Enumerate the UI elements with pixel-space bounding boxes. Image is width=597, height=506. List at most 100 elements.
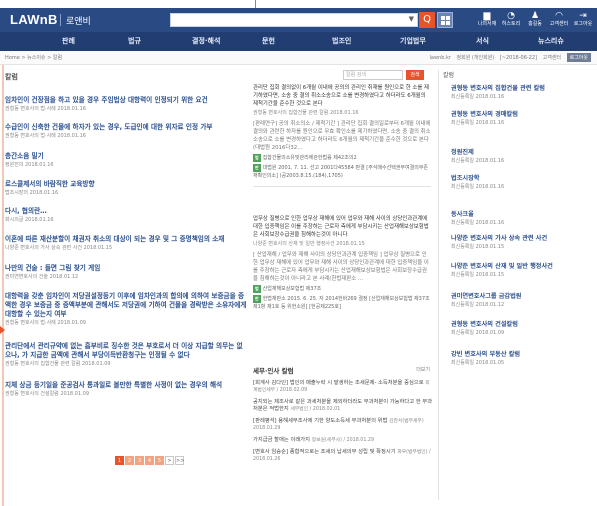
- last-page-button[interactable]: >>: [175, 456, 184, 465]
- next-page-button[interactable]: >: [165, 456, 174, 465]
- columnist-name[interactable]: 강빈 변호사의 부동산 칼럼: [451, 350, 591, 359]
- item-title[interactable]: 임차인이 건장점을 하고 있을 경우 주임법상 대항력이 인정되기 위한 요건: [5, 96, 247, 105]
- scroll-rail: [2, 40, 4, 506]
- article-summary: [ 산업재해 / 업무와 재해 사이의 상당인과관계 입증책임 ] 업무상 질병…: [253, 252, 429, 282]
- search-button[interactable]: Q: [419, 12, 435, 28]
- item-title[interactable]: 다시, 협의란…: [5, 207, 247, 216]
- columnist-name[interactable]: 동사크울: [451, 210, 591, 219]
- list-item[interactable]: [회계사 김다인] 법인의 매출누락 시 발생하는 조세문제- 소득처분을 중심…: [253, 380, 433, 394]
- support-link[interactable]: 고객센터: [543, 55, 561, 61]
- list-item[interactable]: 가지급금 할애는 이래가지 정보원(세무사) / 2018.01.29: [253, 437, 433, 444]
- column-search-input[interactable]: 칼럼 검색: [343, 70, 403, 80]
- item-title[interactable]: [회계사 김다인] 법인의 매출누락 시 발생하는 조세문제- 소득처분을 중심…: [253, 380, 424, 386]
- columnist-name[interactable]: 권형동 변호사의 집합건물 관련 칼럼: [451, 84, 591, 93]
- list-item[interactable]: 관리단에서 관리규약에 없는 흡부비로 징수한 것은 부호로서 더 이상 지급할…: [5, 342, 247, 368]
- list-item[interactable]: 대항력을 갖춘 임차인이 저당권설정등기 이후에 임차인과의 합의에 의하여 보…: [5, 292, 247, 327]
- related-law[interactable]: 법 집합건물의소유및관리에관한법률 제42조의2: [253, 154, 431, 162]
- util-support[interactable]: ◠ 고객센터: [548, 11, 570, 28]
- list-item[interactable]: 로스쿨제서의 바람직한 교육방향 법조시장의 2018.01.16: [5, 180, 247, 197]
- page-2[interactable]: 2: [125, 456, 134, 465]
- related-case[interactable]: 판 대법원 2001. 7. 11. 선고 2001다45584 판결 [주식매수…: [253, 164, 431, 180]
- article-headline[interactable]: 관리단 집회 결의없이 6개월 이내에 공의의 관리인 취재를 원인으로 한 소…: [253, 84, 431, 108]
- item-title[interactable]: 층간소음 밀기: [5, 152, 247, 161]
- global-search-input[interactable]: ▼: [170, 13, 418, 27]
- nav-news[interactable]: 뉴스리슈: [538, 36, 564, 46]
- item-title[interactable]: 로스쿨제서의 바람직한 교육방향: [5, 180, 247, 189]
- columnist-item[interactable]: 권형동 변호사의 집합건물 관련 칼럼 최신등록일 2018.01.16: [451, 84, 591, 101]
- columnist-item[interactable]: 권미연변호사그룹 금감법원 최신등록일 2018.01.12: [451, 292, 591, 309]
- featured-article: 관리단 집회 결의없이 6개월 이내에 공의의 관리인 취재를 원인으로 한 소…: [253, 84, 431, 187]
- search-icon: Q: [423, 14, 431, 25]
- columnist-name[interactable]: 권미연변호사그룹 금감법원: [451, 292, 591, 301]
- columnist-name[interactable]: 나양준 변호사의 가사 상속 관련 사건: [451, 234, 591, 243]
- list-item[interactable]: 수급인이 신축한 건물에 하자가 있는 경우, 도급인에 대한 위자료 인정 가…: [5, 123, 247, 140]
- list-item[interactable]: 임차인이 건장점을 하고 있을 경우 주임법상 대항력이 인정되기 위한 요건 …: [5, 96, 247, 113]
- site-link[interactable]: lawnb.kr: [430, 55, 451, 61]
- columnist-name[interactable]: 권형동 변호사의 건설칼럼: [451, 320, 591, 329]
- columnist-item[interactable]: 법조시장학 최신등록일 2018.01.16: [451, 174, 591, 191]
- list-item[interactable]: 공지되는 제조사로 같은 과세처분을 제외하더라도 부과처분이 가능하다고 한 …: [253, 399, 433, 413]
- related-law[interactable]: 법 산업재해보상보험법 제37조: [253, 285, 431, 293]
- columnist-name[interactable]: 법조시장학: [451, 174, 591, 183]
- list-item[interactable]: 지체 상금 등기일을 준공검사 통과일로 볼만한 특별한 사정이 없는 경우의 …: [5, 381, 247, 398]
- item-title[interactable]: 수급인이 신축한 건물에 하자가 있는 경우, 도급인에 대한 위자료 인정 가…: [5, 123, 247, 132]
- list-item[interactable]: [변호사 임승순] 종합적으로는 조세의 납세의무 성립 및 확정시기 화우(법…: [253, 449, 433, 463]
- nav-precedent[interactable]: 판례: [62, 36, 75, 46]
- columnist-item[interactable]: 동사크울 최신등록일 2018.01.16: [451, 210, 591, 227]
- nav-decision[interactable]: 결정·해석: [192, 36, 220, 46]
- util-user[interactable]: ♟ 홍길동: [524, 11, 546, 28]
- membership-period: [~2018-06-22]: [499, 55, 537, 61]
- util-library[interactable]: ▆ 나의서재: [476, 11, 498, 28]
- item-title[interactable]: 이혼에 따른 재산분할이 채권자 취소의 대상이 되는 경우 및 그 증명책임의…: [5, 235, 247, 244]
- item-title[interactable]: 관리단에서 관리규약에 없는 흡부비로 징수한 것은 부호로서 더 이상 지급할…: [5, 342, 247, 360]
- columnist-item[interactable]: 나양준 변호사의 산재 및 일반 행정사건 최신등록일 2018.01.15: [451, 262, 591, 279]
- list-item[interactable]: 층간소음 밀기 정원진의 2018.01.16: [5, 152, 247, 169]
- item-title[interactable]: 공지되는 제조사로 같은 과세처분을 제외하더라도 부과처분이 가능하다고 한 …: [253, 399, 432, 412]
- columnist-item[interactable]: 권형동 변호사의 경매칼럼 최신등록일 2018.01.16: [451, 110, 591, 127]
- columnist-name[interactable]: 정원진제: [451, 148, 591, 157]
- item-title[interactable]: 나만의 건술 : 들면 그림 찾기 게임: [5, 264, 247, 273]
- dropdown-arrow-icon[interactable]: ▼: [409, 15, 414, 23]
- frame-tick: [255, 0, 256, 8]
- grid-icon: [441, 21, 445, 25]
- article-meta: 나양준 변호사의 산재 및 일반 행정사건 2018.01.15: [253, 241, 365, 247]
- columnist-name[interactable]: 권형동 변호사의 경매칼럼: [451, 110, 591, 119]
- logout-button[interactable]: 로그아웃: [566, 53, 591, 62]
- item-title[interactable]: 대항력을 갖춘 임차인이 저당권설정등기 이후에 임차인과의 합의에 의하여 보…: [5, 292, 247, 319]
- columnist-name[interactable]: 나양준 변호사의 산재 및 일반 행정사건: [451, 262, 591, 271]
- item-title[interactable]: 가지급금 할애는 이래가지: [253, 437, 310, 443]
- list-item[interactable]: 나만의 건술 : 들면 그림 찾기 게임 권미연변호사의 건술 2018.01.…: [5, 264, 247, 281]
- nav-forms[interactable]: 서식: [476, 36, 489, 46]
- list-item[interactable]: 이혼에 따른 재산분할이 채권자 취소의 대상이 되는 경우 및 그 증명책임의…: [5, 235, 247, 252]
- list-item[interactable]: 다시, 협의란… 화시의글 2018.01.16: [5, 207, 247, 224]
- columnist-item[interactable]: 강빈 변호사의 부동산 칼럼 최신등록일 2018.01.05: [451, 350, 591, 367]
- columnist-item[interactable]: 정원진제 최신등록일 2018.01.16: [451, 148, 591, 165]
- page-3[interactable]: 3: [135, 456, 144, 465]
- nav-corporate[interactable]: 기업법무: [400, 36, 426, 46]
- expand-arrow-icon[interactable]: [0, 326, 5, 334]
- panel-title: 세무·인사 칼럼: [253, 367, 294, 375]
- columnist-item[interactable]: 나양준 변호사의 가사 상속 관련 사건 최신등록일 2018.01.15: [451, 234, 591, 251]
- item-title[interactable]: [변호사 임승순] 종합적으로는 조세의 납세의무 성립 및 확정시기: [253, 449, 396, 455]
- nav-lawyers[interactable]: 법조인: [332, 36, 351, 46]
- page-1[interactable]: 1: [115, 456, 124, 465]
- column-search-button[interactable]: 검색: [406, 70, 424, 80]
- page-5[interactable]: 5: [155, 456, 164, 465]
- case-tag-icon: 판: [253, 164, 261, 172]
- site-logo[interactable]: LAWnB: [10, 12, 58, 27]
- columnist-item[interactable]: 권형동 변호사의 건설칼럼 최신등록일 2018.01.09: [451, 320, 591, 337]
- more-link[interactable]: 더보기: [416, 366, 430, 373]
- util-history[interactable]: ◔ 히스토리: [500, 11, 522, 28]
- util-logout[interactable]: ⇥ 로그아웃: [572, 11, 594, 28]
- page-4[interactable]: 4: [145, 456, 154, 465]
- nav-law[interactable]: 법규: [128, 36, 141, 46]
- item-title[interactable]: [판례평석] 용해세부조사에 기한 양도소득세 부과처분의 위법: [253, 418, 387, 424]
- article-headline[interactable]: 업무상 질병으로 인한 업무상 재해에 있어 업무와 재해 사이의 상당인과관계…: [253, 215, 431, 239]
- column-divider: [438, 70, 439, 500]
- nav-literature[interactable]: 문헌: [262, 36, 275, 46]
- menu-grid-button[interactable]: [437, 12, 453, 28]
- item-title[interactable]: 지체 상금 등기일을 준공검사 통과일로 볼만한 특별한 사정이 없는 경우의 …: [5, 381, 247, 390]
- related-case[interactable]: 판 헌법재판소 2015. 6. 25. 자 2014헌바269 결정 [산업재해…: [253, 295, 431, 311]
- list-item[interactable]: [판례평석] 용해세부조사에 기한 양도소득세 부과처분의 위법 김한서(법무세…: [253, 418, 433, 432]
- item-meta: 나양준 변호사의 가사 상속 관련 사건 2018.01.15: [5, 245, 113, 251]
